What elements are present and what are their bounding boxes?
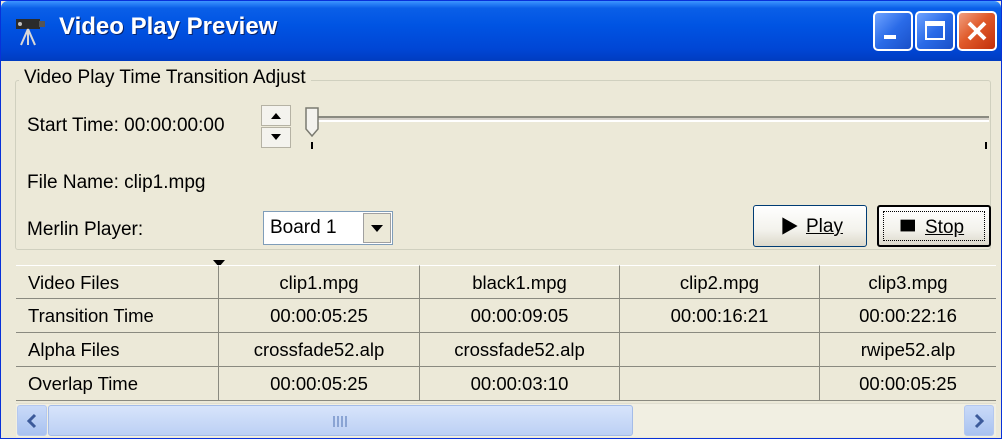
scroll-right-button[interactable]	[964, 405, 994, 436]
grid-cell-video[interactable]: clip1.mpg	[219, 265, 420, 299]
grid-cell-transition[interactable]: 00:00:09:05	[420, 299, 620, 333]
grid-cell-transition[interactable]: 00:00:16:21	[620, 299, 820, 333]
row-header-transition-time: Transition Time	[16, 299, 219, 333]
grip-line	[341, 416, 343, 427]
arrow-down-icon	[271, 134, 281, 140]
slider-tick-start	[311, 142, 313, 149]
grid-cell-transition[interactable]: 00:00:22:16	[820, 299, 996, 333]
video-camera-icon	[16, 19, 45, 46]
chevron-left-icon	[26, 413, 37, 429]
spin-up-button[interactable]	[261, 105, 291, 126]
horizontal-scrollbar[interactable]	[16, 403, 996, 437]
grid-cell-transition[interactable]: 00:00:05:25	[219, 299, 420, 333]
group-legend: Video Play Time Transition Adjust	[19, 67, 311, 89]
file-name-value: clip1.mpg	[124, 172, 206, 193]
grid-cell-overlap[interactable]: 00:00:03:10	[420, 367, 620, 401]
grip-line	[333, 416, 335, 427]
grid-cell-alpha[interactable]	[620, 333, 820, 367]
play-button[interactable]: Play	[753, 205, 867, 247]
maximize-icon	[925, 21, 945, 40]
merlin-player-label: Merlin Player:	[27, 219, 144, 240]
minimize-icon	[884, 35, 896, 39]
grid-cell-overlap[interactable]: 00:00:05:25	[820, 367, 996, 401]
grid-cell-video[interactable]: clip3.mpg	[820, 265, 996, 299]
start-time-value[interactable]: 00:00:00:00	[124, 115, 224, 136]
grip-line	[345, 416, 347, 427]
player-selected-value: Board 1	[270, 217, 337, 238]
start-time-row: Start Time: 00:00:00:00	[27, 115, 225, 137]
stop-button[interactable]: Stop	[877, 205, 991, 247]
close-icon	[967, 21, 987, 41]
grid-cell-video[interactable]: black1.mpg	[420, 265, 620, 299]
file-name-row: File Name: clip1.mpg	[27, 172, 205, 194]
slider-tick-end	[985, 142, 987, 149]
time-slider-track[interactable]	[311, 116, 989, 122]
start-time-spinner[interactable]	[261, 105, 291, 149]
grid-cell-overlap[interactable]	[620, 367, 820, 401]
arrow-up-icon	[271, 113, 281, 119]
scroll-left-button[interactable]	[17, 405, 47, 436]
grid-cell-alpha[interactable]: crossfade52.alp	[219, 333, 420, 367]
row-header-video-files: Video Files	[16, 265, 219, 299]
grid-cell-alpha[interactable]: crossfade52.alp	[420, 333, 620, 367]
file-name-label: File Name:	[27, 172, 119, 193]
scroll-thumb[interactable]	[48, 405, 633, 436]
player-select[interactable]: Board 1	[263, 211, 393, 245]
video-play-preview-window: Video Play Preview Video Play Time Trans…	[0, 0, 1002, 439]
player-dropdown-button[interactable]	[363, 213, 391, 243]
play-button-label: Play	[806, 216, 843, 237]
window-title: Video Play Preview	[59, 13, 278, 40]
minimize-button[interactable]	[873, 11, 913, 51]
grid-cell-video[interactable]: clip2.mpg	[620, 265, 820, 299]
chevron-right-icon	[974, 413, 985, 429]
grid-cell-overlap[interactable]: 00:00:05:25	[219, 367, 420, 401]
spin-down-button[interactable]	[261, 127, 291, 148]
transition-grid[interactable]: Video Files Transition Time Alpha Files …	[16, 265, 996, 403]
start-time-label: Start Time:	[27, 115, 119, 136]
row-header-overlap-time: Overlap Time	[16, 367, 219, 401]
row-header-alpha-files: Alpha Files	[16, 333, 219, 367]
close-button[interactable]	[957, 11, 997, 51]
stop-button-label: Stop	[925, 217, 965, 238]
grip-line	[337, 416, 339, 427]
maximize-button[interactable]	[915, 11, 955, 51]
title-bar[interactable]: Video Play Preview	[1, 1, 1001, 61]
grid-cell-alpha[interactable]: rwipe52.alp	[820, 333, 996, 367]
time-slider-thumb[interactable]	[305, 107, 319, 137]
chevron-down-icon	[371, 225, 383, 232]
